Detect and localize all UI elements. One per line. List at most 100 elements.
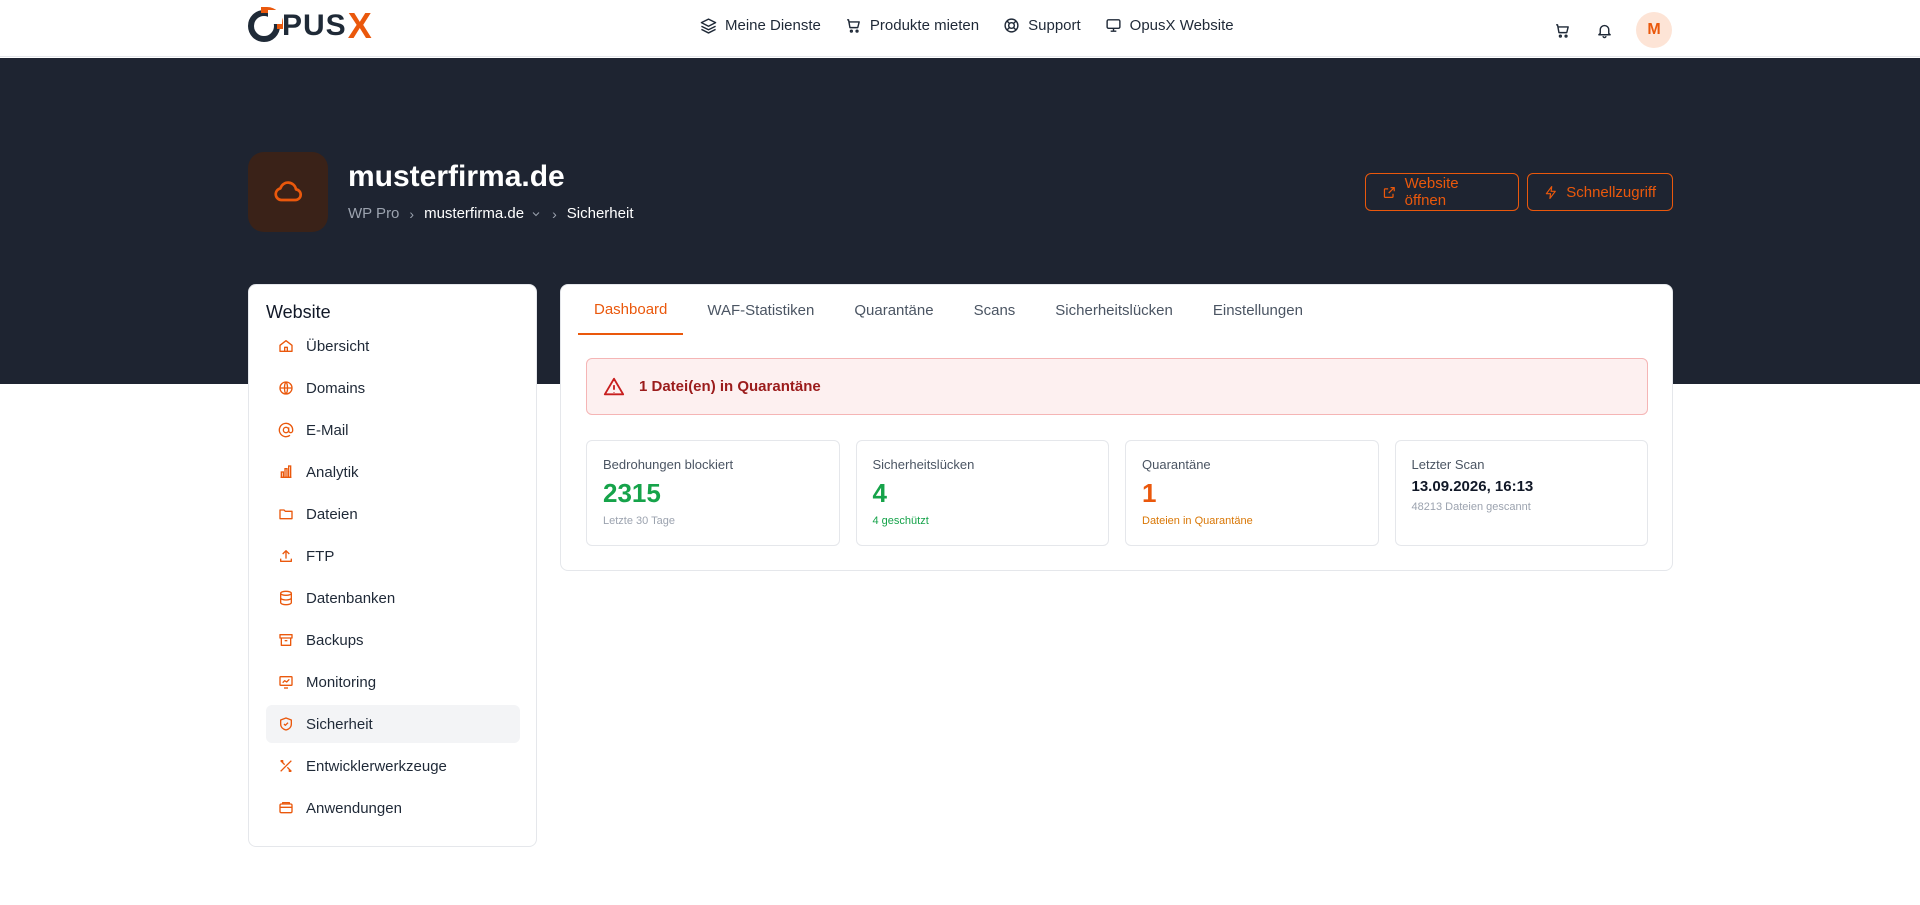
open-website-label: Website öffnen bbox=[1404, 175, 1459, 209]
nav-label: OpusX Website bbox=[1129, 17, 1234, 34]
sidebar-item-label: Dateien bbox=[306, 505, 358, 523]
cloud-icon bbox=[274, 181, 302, 202]
stat-subtext: Letzte 30 Tage bbox=[603, 515, 675, 527]
sidebar-item-entwicklerwerkzeuge[interactable]: Entwicklerwerkzeuge bbox=[266, 747, 520, 785]
external-link-icon bbox=[1383, 186, 1395, 198]
chevron-right-icon: › bbox=[552, 205, 557, 222]
top-navigation-bar: PUS X Meine Dienste Produkte mieten Suppo… bbox=[0, 0, 1920, 57]
sidebar-item-label: FTP bbox=[306, 547, 335, 565]
sidebar-item-label: Datenbanken bbox=[306, 589, 396, 607]
nav-meine-dienste[interactable]: Meine Dienste bbox=[700, 17, 821, 34]
sidebar-heading: Website bbox=[266, 302, 331, 322]
stat-label: Sicherheitslücken bbox=[872, 457, 975, 472]
layers-icon bbox=[700, 18, 717, 34]
home-icon bbox=[279, 340, 293, 352]
sidebar-item-label: Backups bbox=[306, 631, 364, 649]
header-tools: M bbox=[1552, 12, 1672, 48]
quick-access-label: Schnellzugriff bbox=[1566, 183, 1656, 201]
security-tabs: Dashboard WAF-Statistiken Quarantäne Sca… bbox=[578, 285, 1327, 335]
user-avatar[interactable]: M bbox=[1636, 12, 1672, 48]
sidebar-item-sicherheit[interactable]: Sicherheit bbox=[266, 705, 520, 743]
tab-sicherheitsluecken[interactable]: Sicherheitslücken bbox=[1039, 285, 1189, 335]
chevron-right-icon: › bbox=[409, 205, 415, 222]
folder-icon bbox=[279, 509, 293, 520]
security-dashboard-card: Dashboard WAF-Statistiken Quarantäne Sca… bbox=[560, 284, 1673, 571]
stat-subtext: 4 geschützt bbox=[872, 515, 929, 527]
cart-button[interactable] bbox=[1552, 20, 1572, 40]
stat-label: Quarantäne bbox=[1142, 457, 1211, 472]
bar-chart-icon bbox=[280, 465, 292, 478]
stat-value: 1 bbox=[1142, 478, 1157, 508]
stat-value: 13.09.2026, 16:13 bbox=[1411, 478, 1534, 495]
monitor-icon bbox=[1106, 19, 1121, 32]
sidebar-menu: Übersicht Domains E-Mail Analytik Dateie… bbox=[266, 327, 520, 831]
stat-subtext: 48213 Dateien gescannt bbox=[1411, 501, 1531, 513]
quick-access-button[interactable]: Schnellzugriff bbox=[1527, 173, 1673, 211]
chevron-down-icon bbox=[532, 211, 540, 216]
cart-icon bbox=[847, 19, 860, 33]
stat-value: 4 bbox=[872, 478, 887, 508]
quarantine-alert: 1 Datei(en) in Quarantäne bbox=[586, 358, 1648, 415]
sidebar-item-anwendungen[interactable]: Anwendungen bbox=[266, 789, 520, 827]
nav-label: Support bbox=[1028, 17, 1081, 34]
stat-subtext: Dateien in Quarantäne bbox=[1142, 515, 1253, 527]
warning-triangle-icon bbox=[603, 377, 625, 395]
breadcrumb-current: Sicherheit bbox=[566, 205, 634, 222]
cart-icon bbox=[1555, 23, 1569, 38]
sidebar-item-monitoring[interactable]: Monitoring bbox=[266, 663, 520, 701]
nav-label: Produkte mieten bbox=[869, 17, 980, 34]
main-nav: Meine Dienste Produkte mieten Support Op… bbox=[700, 17, 1234, 34]
alert-text: 1 Datei(en) in Quarantäne bbox=[639, 378, 821, 395]
opusx-logo[interactable]: PUS X bbox=[248, 5, 373, 46]
sidebar-item-datenbanken[interactable]: Datenbanken bbox=[266, 579, 520, 617]
breadcrumb-domain-selector[interactable]: musterfirma.de bbox=[424, 205, 542, 222]
tab-dashboard[interactable]: Dashboard bbox=[578, 285, 684, 335]
archive-icon bbox=[279, 634, 293, 646]
at-icon bbox=[278, 422, 294, 438]
sidebar-item-ftp[interactable]: FTP bbox=[266, 537, 520, 575]
sidebar-item-label: E-Mail bbox=[306, 421, 349, 439]
nav-support[interactable]: Support bbox=[1003, 17, 1081, 34]
database-icon bbox=[280, 590, 292, 606]
tools-icon bbox=[280, 760, 292, 772]
sidebar-item-email[interactable]: E-Mail bbox=[266, 411, 520, 449]
website-sidebar: Website Übersicht Domains E-Mail Analyti… bbox=[248, 284, 537, 847]
tab-scans[interactable]: Scans bbox=[958, 285, 1032, 335]
monitor-chart-icon bbox=[279, 676, 293, 689]
nav-opusx-website[interactable]: OpusX Website bbox=[1105, 17, 1234, 34]
stat-card-quarantine: Quarantäne 1 Dateien in Quarantäne bbox=[1125, 440, 1379, 546]
lifebuoy-icon bbox=[1004, 18, 1019, 33]
tab-einstellungen[interactable]: Einstellungen bbox=[1197, 285, 1319, 335]
tab-quarantaene[interactable]: Quarantäne bbox=[838, 285, 949, 335]
globe-icon bbox=[279, 381, 293, 395]
logo-mark bbox=[248, 7, 283, 42]
sidebar-item-analytik[interactable]: Analytik bbox=[266, 453, 520, 491]
breadcrumb: WP Pro › musterfirma.de › Sicherheit bbox=[348, 205, 633, 222]
shield-icon bbox=[280, 717, 292, 731]
nav-label: Meine Dienste bbox=[725, 17, 821, 34]
notifications-button[interactable] bbox=[1594, 20, 1614, 40]
bell-icon bbox=[1597, 24, 1611, 38]
sidebar-item-label: Sicherheit bbox=[306, 715, 373, 733]
tab-waf-statistiken[interactable]: WAF-Statistiken bbox=[691, 285, 830, 335]
sidebar-item-label: Domains bbox=[306, 379, 366, 397]
sidebar-item-dateien[interactable]: Dateien bbox=[266, 495, 520, 533]
stat-label: Bedrohungen blockiert bbox=[603, 457, 734, 472]
sidebar-item-label: Monitoring bbox=[306, 673, 377, 691]
sidebar-item-label: Übersicht bbox=[306, 337, 370, 355]
sidebar-item-uebersicht[interactable]: Übersicht bbox=[266, 327, 520, 365]
stat-value: 2315 bbox=[603, 478, 661, 508]
sidebar-item-label: Analytik bbox=[306, 463, 359, 481]
app-window-icon bbox=[279, 802, 293, 814]
sidebar-item-backups[interactable]: Backups bbox=[266, 621, 520, 659]
page-title: musterfirma.de bbox=[348, 160, 565, 193]
stat-label: Letzter Scan bbox=[1411, 457, 1485, 472]
breadcrumb-domain: musterfirma.de bbox=[424, 205, 525, 222]
breadcrumb-plan[interactable]: WP Pro bbox=[348, 205, 399, 222]
open-website-button[interactable]: Website öffnen bbox=[1365, 173, 1519, 211]
sidebar-item-label: Anwendungen bbox=[306, 799, 402, 817]
stats-row: Bedrohungen blockiert 2315 Letzte 30 Tag… bbox=[586, 440, 1648, 546]
nav-produkte-mieten[interactable]: Produkte mieten bbox=[845, 17, 979, 34]
sidebar-item-domains[interactable]: Domains bbox=[266, 369, 520, 407]
stat-card-vulnerabilities: Sicherheitslücken 4 4 geschützt bbox=[855, 440, 1109, 546]
